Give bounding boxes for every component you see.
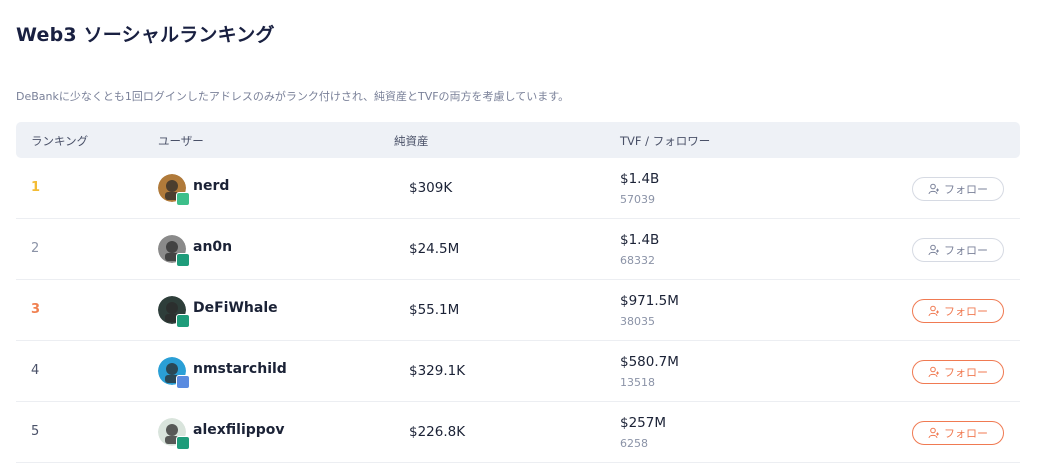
chain-badge-icon [176, 253, 190, 267]
table-row: 5 alexfilippov $226.8K $257M 6258 フォロー [16, 402, 1020, 463]
user-avatar[interactable] [158, 235, 190, 267]
header-tvf: TVF / フォロワー [620, 134, 711, 148]
net-worth: $309K [409, 180, 453, 196]
follow-button-label: フォロー [944, 183, 988, 196]
page-title: Web3 ソーシャルランキング [16, 24, 275, 46]
tvf-value: $580.7M [620, 354, 679, 370]
follow-button[interactable]: フォロー [912, 177, 1004, 201]
follow-button-label: フォロー [944, 366, 988, 379]
ranking-page: Web3 ソーシャルランキング DeBankに少なくとも1回ログインしたアドレス… [0, 0, 1044, 465]
tvf-value: $1.4B [620, 232, 660, 248]
header-user: ユーザー [158, 134, 204, 148]
ranking-table: ランキング ユーザー 純資産 TVF / フォロワー 1 nerd $309K … [16, 122, 1020, 463]
follower-count: 6258 [620, 437, 648, 450]
net-worth: $329.1K [409, 363, 466, 379]
follower-count: 13518 [620, 376, 655, 389]
follower-count: 57039 [620, 193, 655, 206]
user-name[interactable]: nerd [193, 178, 229, 194]
chain-badge-icon [176, 192, 190, 206]
rank-number: 2 [31, 241, 40, 256]
header-rank: ランキング [31, 134, 89, 148]
user-avatar[interactable] [158, 418, 190, 450]
net-worth: $24.5M [409, 241, 460, 257]
follow-button[interactable]: フォロー [912, 299, 1004, 323]
chain-badge-icon [176, 375, 190, 389]
follow-button[interactable]: フォロー [912, 421, 1004, 445]
follow-button-label: フォロー [944, 427, 988, 440]
page-subtitle: DeBankに少なくとも1回ログインしたアドレスのみがランク付けされ、純資産とT… [16, 90, 570, 103]
follow-button-label: フォロー [944, 244, 988, 257]
table-row: 2 an0n $24.5M $1.4B 68332 フォロー [16, 219, 1020, 280]
tvf-value: $257M [620, 415, 667, 431]
user-avatar[interactable] [158, 296, 190, 328]
rank-number: 5 [31, 424, 40, 439]
rank-number: 4 [31, 363, 40, 378]
table-body: 1 nerd $309K $1.4B 57039 フォロー 2 an0n $24… [16, 158, 1020, 463]
table-row: 1 nerd $309K $1.4B 57039 フォロー [16, 158, 1020, 219]
add-user-icon [928, 183, 939, 195]
table-row: 3 DeFiWhale $55.1M $971.5M 38035 フォロー [16, 280, 1020, 341]
table-header: ランキング ユーザー 純資産 TVF / フォロワー [16, 122, 1020, 158]
user-avatar[interactable] [158, 174, 190, 206]
header-networth: 純資産 [394, 134, 429, 148]
follower-count: 38035 [620, 315, 655, 328]
follow-button-label: フォロー [944, 305, 988, 318]
chain-badge-icon [176, 314, 190, 328]
tvf-value: $971.5M [620, 293, 679, 309]
table-row: 4 nmstarchild $329.1K $580.7M 13518 フォロー [16, 341, 1020, 402]
net-worth: $226.8K [409, 424, 466, 440]
add-user-icon [928, 244, 939, 256]
follower-count: 68332 [620, 254, 655, 267]
user-name[interactable]: nmstarchild [193, 361, 287, 377]
follow-button[interactable]: フォロー [912, 360, 1004, 384]
tvf-value: $1.4B [620, 171, 660, 187]
user-name[interactable]: an0n [193, 239, 232, 255]
add-user-icon [928, 366, 939, 378]
net-worth: $55.1M [409, 302, 460, 318]
add-user-icon [928, 427, 939, 439]
follow-button[interactable]: フォロー [912, 238, 1004, 262]
user-name[interactable]: alexfilippov [193, 422, 285, 438]
add-user-icon [928, 305, 939, 317]
rank-number: 3 [31, 302, 41, 317]
user-avatar[interactable] [158, 357, 190, 389]
chain-badge-icon [176, 436, 190, 450]
rank-number: 1 [31, 180, 41, 195]
user-name[interactable]: DeFiWhale [193, 300, 278, 316]
